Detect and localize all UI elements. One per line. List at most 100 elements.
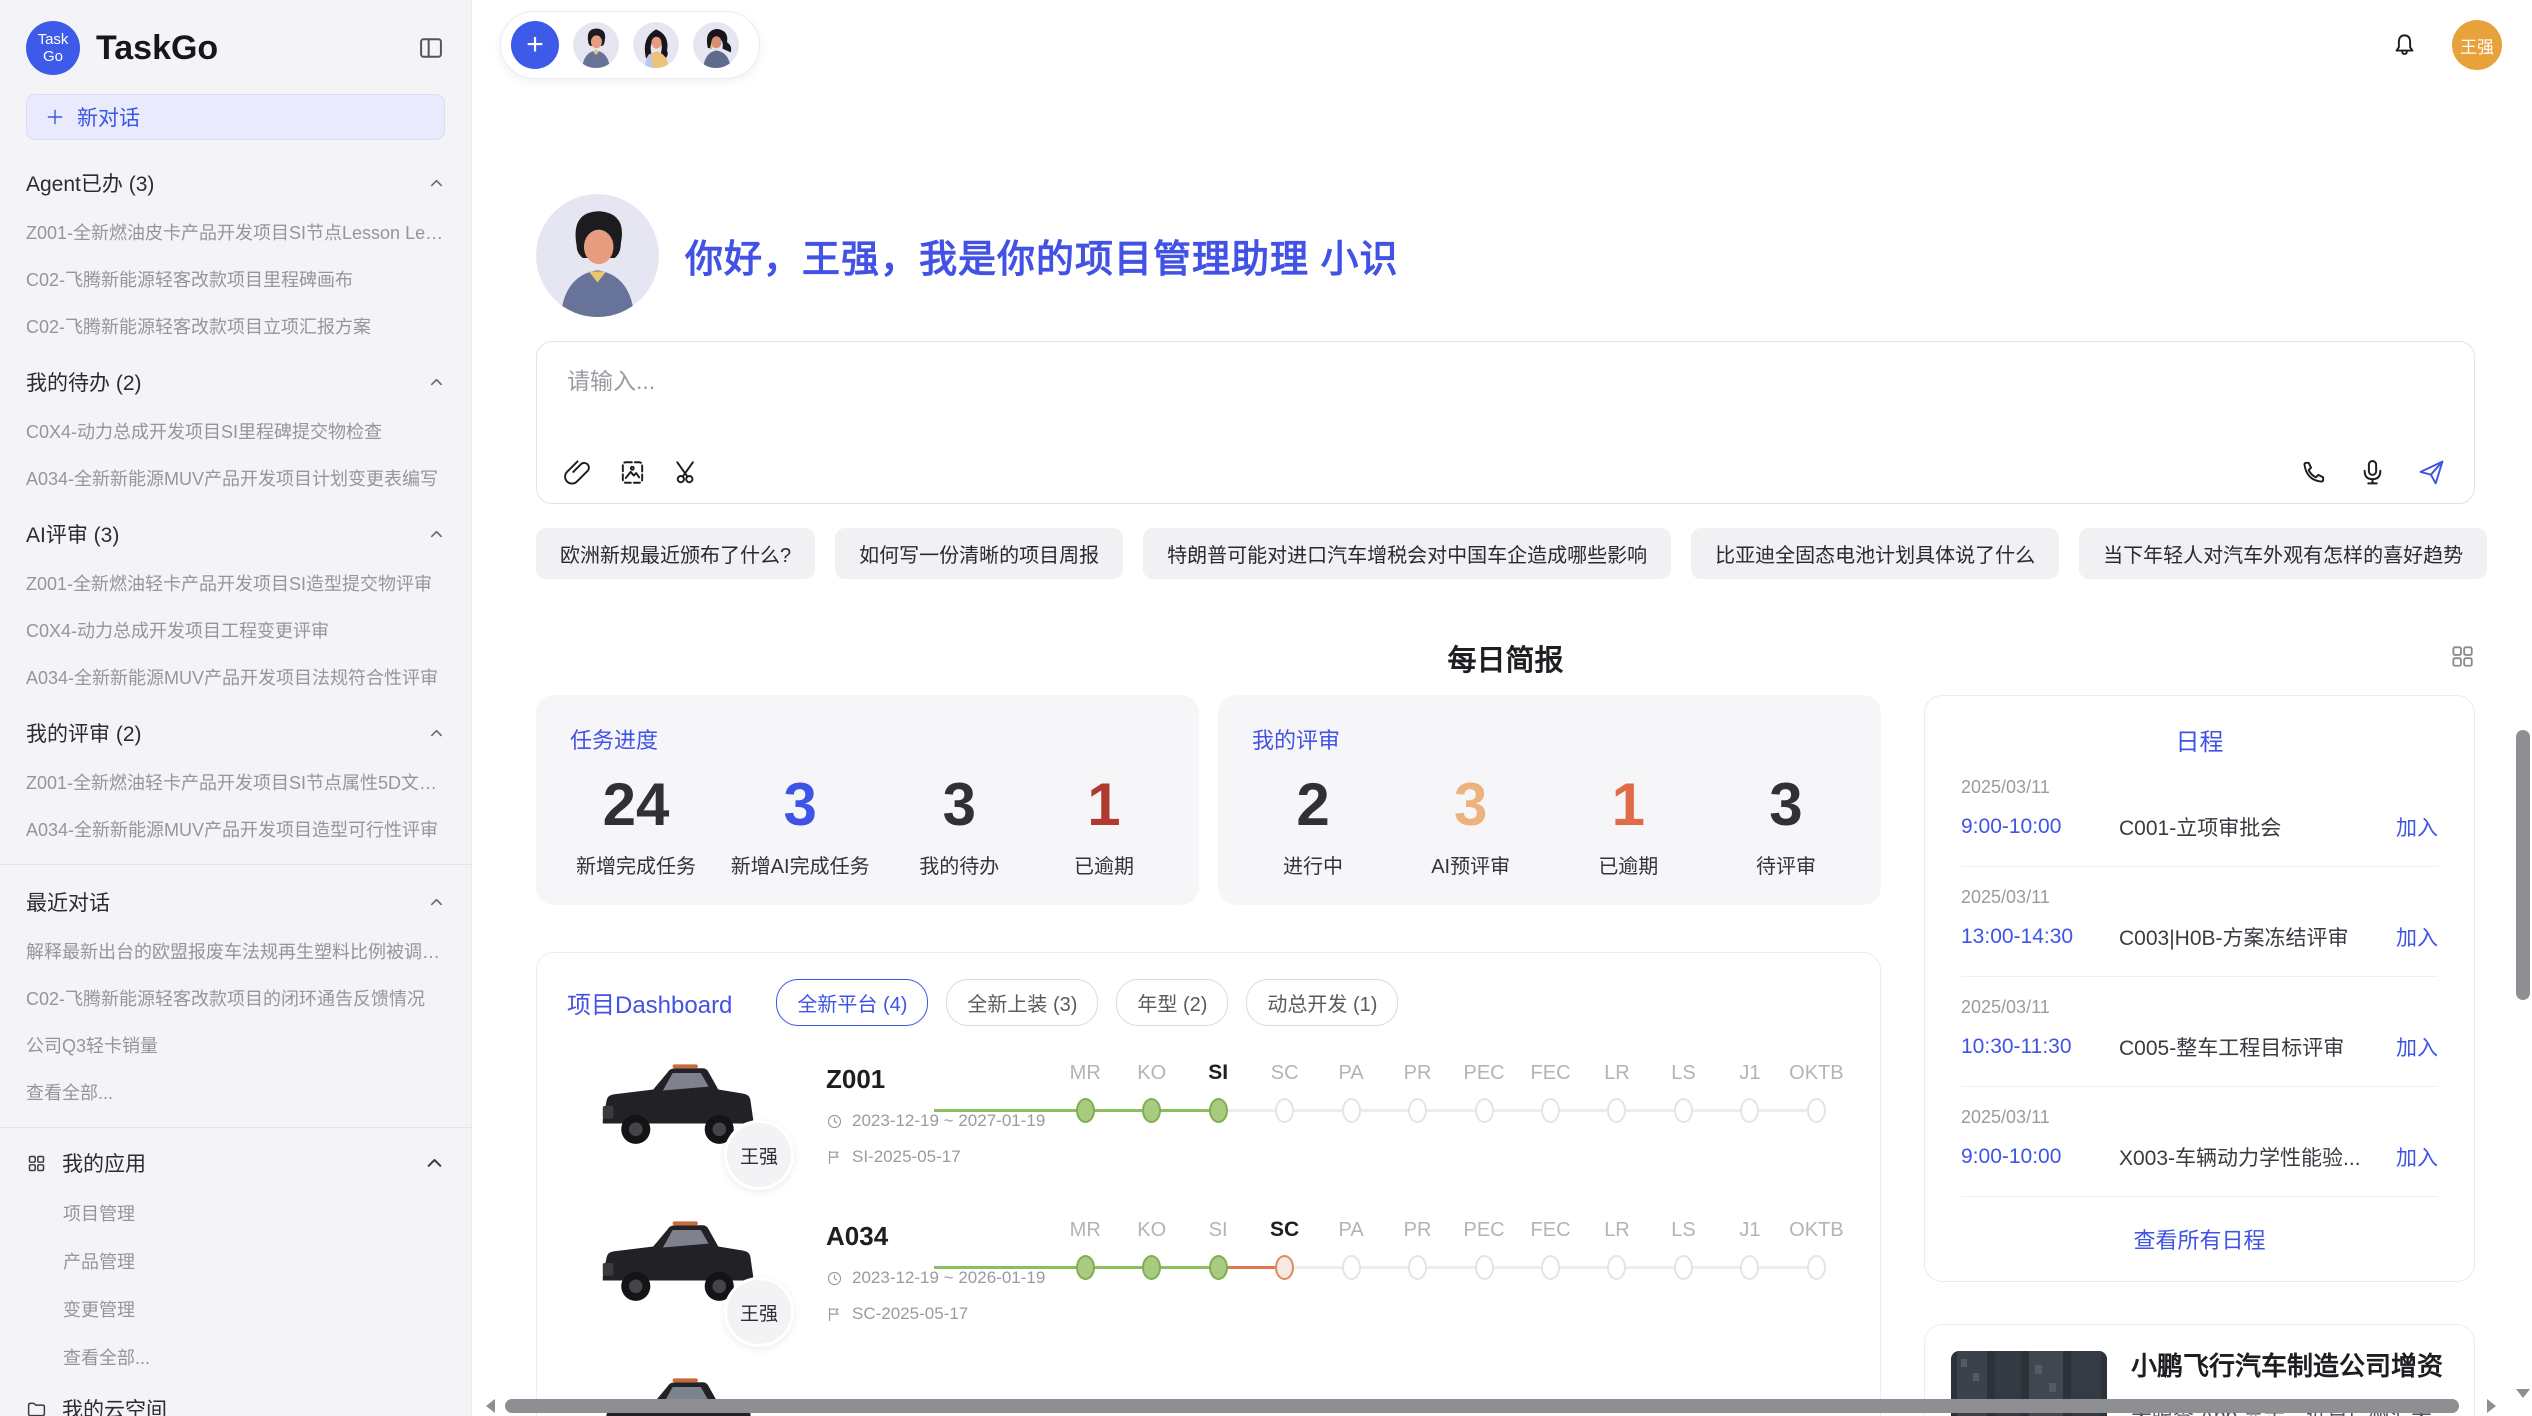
section-recent-chats[interactable]: 最近对话 (26, 887, 445, 917)
phone-call-icon[interactable] (2299, 458, 2328, 487)
project-image: 王强 (595, 1213, 760, 1317)
list-item[interactable]: A034-全新新能源MUV产品开发项目造型可行性评审 (26, 816, 445, 842)
apps-grid-icon (26, 1153, 47, 1174)
sidebar-item-cloud-space[interactable]: 我的云空间 (26, 1394, 445, 1416)
milestone-dot (1740, 1255, 1759, 1280)
milestone-dot (1342, 1255, 1361, 1280)
section-my-review[interactable]: 我的评审 (2) (26, 718, 445, 748)
microphone-icon[interactable] (2358, 458, 2387, 487)
scroll-down-arrow[interactable] (2516, 1389, 2530, 1398)
chat-input[interactable] (567, 368, 2350, 395)
list-item[interactable]: A034-全新新能源MUV产品开发项目计划变更表编写 (26, 465, 445, 491)
join-link[interactable]: 加入 (2396, 812, 2438, 842)
vertical-scrollbar-thumb[interactable] (2516, 730, 2530, 1000)
agent-avatar-3[interactable] (693, 22, 739, 68)
list-item[interactable]: C02-飞腾新能源轻客改款项目里程碑画布 (26, 266, 445, 292)
tab-new-body[interactable]: 全新上装 (3) (946, 979, 1098, 1026)
list-item[interactable]: Z001-全新燃油轻卡产品开发项目SI造型提交物评审 (26, 570, 445, 596)
milestone-dot (1807, 1255, 1826, 1280)
image-icon[interactable] (618, 458, 647, 487)
hero: 你好，王强，我是你的项目管理助理 小识 (536, 194, 2475, 317)
milestone-label: MR (1052, 1215, 1118, 1245)
milestone-label: J1 (1717, 1058, 1783, 1088)
view-all-schedule-link[interactable]: 查看所有日程 (1961, 1223, 2438, 1255)
scroll-left-arrow[interactable] (486, 1399, 495, 1413)
join-link[interactable]: 加入 (2396, 1142, 2438, 1172)
list-item[interactable]: C02-飞腾新能源轻客改款项目的闭环通告反馈情况 (26, 985, 445, 1011)
event-time: 13:00-14:30 (1961, 925, 2119, 949)
sidebar-item-product-mgmt[interactable]: 产品管理 (63, 1248, 445, 1274)
list-item[interactable]: C0X4-动力总成开发项目SI里程碑提交物检查 (26, 418, 445, 444)
event-date: 2025/03/11 (1961, 887, 2438, 908)
horizontal-scrollbar (486, 1399, 2496, 1413)
news-title: 小鹏飞行汽车制造公司增资 (2131, 1351, 2448, 1382)
tab-new-platform[interactable]: 全新平台 (4) (776, 979, 928, 1026)
section-agent-done[interactable]: Agent已办 (3) (26, 168, 445, 198)
milestone-label: LR (1584, 1058, 1650, 1088)
milestone-label: PA (1318, 1215, 1384, 1245)
card-title: 我的评审 (1252, 723, 1847, 755)
scroll-right-arrow[interactable] (2487, 1399, 2496, 1413)
section-ai-review[interactable]: AI评审 (3) (26, 519, 445, 549)
new-chat-label: 新对话 (77, 102, 140, 132)
tab-powertrain[interactable]: 动总开发 (1) (1246, 979, 1398, 1026)
sidebar-item-label: 我的云空间 (62, 1394, 167, 1416)
suggestion-chip[interactable]: 当下年轻人对汽车外观有怎样的喜好趋势 (2079, 528, 2487, 579)
join-link[interactable]: 加入 (2396, 1032, 2438, 1062)
suggestion-chip[interactable]: 欧洲新规最近颁布了什么? (536, 528, 815, 579)
suggestion-chip[interactable]: 如何写一份清晰的项目周报 (835, 528, 1123, 579)
divider (0, 864, 471, 865)
agent-avatar-2[interactable] (633, 22, 679, 68)
collapse-sidebar-icon[interactable] (417, 34, 445, 62)
project-row[interactable]: 王强 Z001 2023-12-19 ~ 2027-01-19 SI-2025-… (567, 1056, 1850, 1167)
suggestion-chip[interactable]: 比亚迪全固态电池计划具体说了什么 (1691, 528, 2059, 579)
view-all-chats[interactable]: 查看全部... (26, 1079, 445, 1105)
tab-model-year[interactable]: 年型 (2) (1116, 979, 1228, 1026)
milestone-dot (1408, 1098, 1427, 1123)
event-date: 2025/03/11 (1961, 997, 2438, 1018)
milestone-dot (1541, 1255, 1560, 1280)
user-avatar[interactable]: 王强 (2452, 20, 2502, 70)
list-item[interactable]: C02-飞腾新能源轻客改款项目立项汇报方案 (26, 313, 445, 339)
list-item[interactable]: C0X4-动力总成开发项目工程变更评审 (26, 617, 445, 643)
new-chat-button[interactable]: 新对话 (26, 94, 445, 140)
milestone-label: SI (1185, 1058, 1251, 1088)
list-item[interactable]: 公司Q3轻卡销量 (26, 1032, 445, 1058)
dashboard-tabs: 全新平台 (4) 全新上装 (3) 年型 (2) 动总开发 (1) (776, 979, 1398, 1026)
agent-avatar-1[interactable] (573, 22, 619, 68)
project-row[interactable]: 王强 A034 2023-12-19 ~ 2026-01-19 SC-2025-… (567, 1213, 1850, 1324)
milestone-label: OKTB (1783, 1058, 1849, 1088)
my-review-card: 我的评审 2 进行中 3 AI预评审 1 (1218, 695, 1881, 905)
scissors-icon[interactable] (673, 458, 702, 487)
list-item[interactable]: 解释最新出台的欧盟报废车法规再生塑料比例被调至15%... (26, 938, 445, 964)
chat-composer[interactable] (536, 341, 2475, 504)
horizontal-scrollbar-thumb[interactable] (505, 1399, 2459, 1413)
sidebar-item-my-apps[interactable]: 我的应用 (26, 1148, 445, 1178)
flag-icon (826, 1149, 843, 1166)
list-item[interactable]: A034-全新新能源MUV产品开发项目法规符合性评审 (26, 664, 445, 690)
view-all-apps[interactable]: 查看全部... (63, 1344, 445, 1370)
stat-in-progress: 2 进行中 (1258, 761, 1368, 879)
suggestion-chip[interactable]: 特朗普可能对进口汽车增税会对中国车企造成哪些影响 (1143, 528, 1671, 579)
project-owner-badge: 王强 (724, 1277, 794, 1347)
milestone-label: PA (1318, 1058, 1384, 1088)
join-link[interactable]: 加入 (2396, 922, 2438, 952)
chevron-up-icon (424, 1153, 445, 1174)
sidebar-item-project-mgmt[interactable]: 项目管理 (63, 1200, 445, 1226)
milestone-track: MR KO SI SC PA PR PEC FEC LR LS J1 OKTB (1052, 1056, 1850, 1123)
add-agent-button[interactable]: + (511, 21, 559, 69)
schedule-title: 日程 (1961, 722, 2438, 757)
notification-bell-icon[interactable] (2391, 32, 2418, 59)
milestone-label: LS (1650, 1058, 1716, 1088)
milestone-label: FEC (1517, 1058, 1583, 1088)
divider (0, 1127, 471, 1128)
schedule-event: 2025/03/11 13:00-14:30 C003|H0B-方案冻结评审 加… (1961, 867, 2438, 977)
attachment-icon[interactable] (563, 458, 592, 487)
layout-grid-icon[interactable] (2449, 643, 2475, 669)
sidebar-item-change-mgmt[interactable]: 变更管理 (63, 1296, 445, 1322)
list-item[interactable]: Z001-全新燃油轻卡产品开发项目SI节点属性5D文件评审 (26, 769, 445, 795)
send-icon[interactable] (2417, 458, 2446, 487)
section-my-todo[interactable]: 我的待办 (2) (26, 367, 445, 397)
chevron-up-icon (428, 526, 445, 543)
list-item[interactable]: Z001-全新燃油皮卡产品开发项目SI节点Lesson Learn报告 (26, 219, 445, 245)
